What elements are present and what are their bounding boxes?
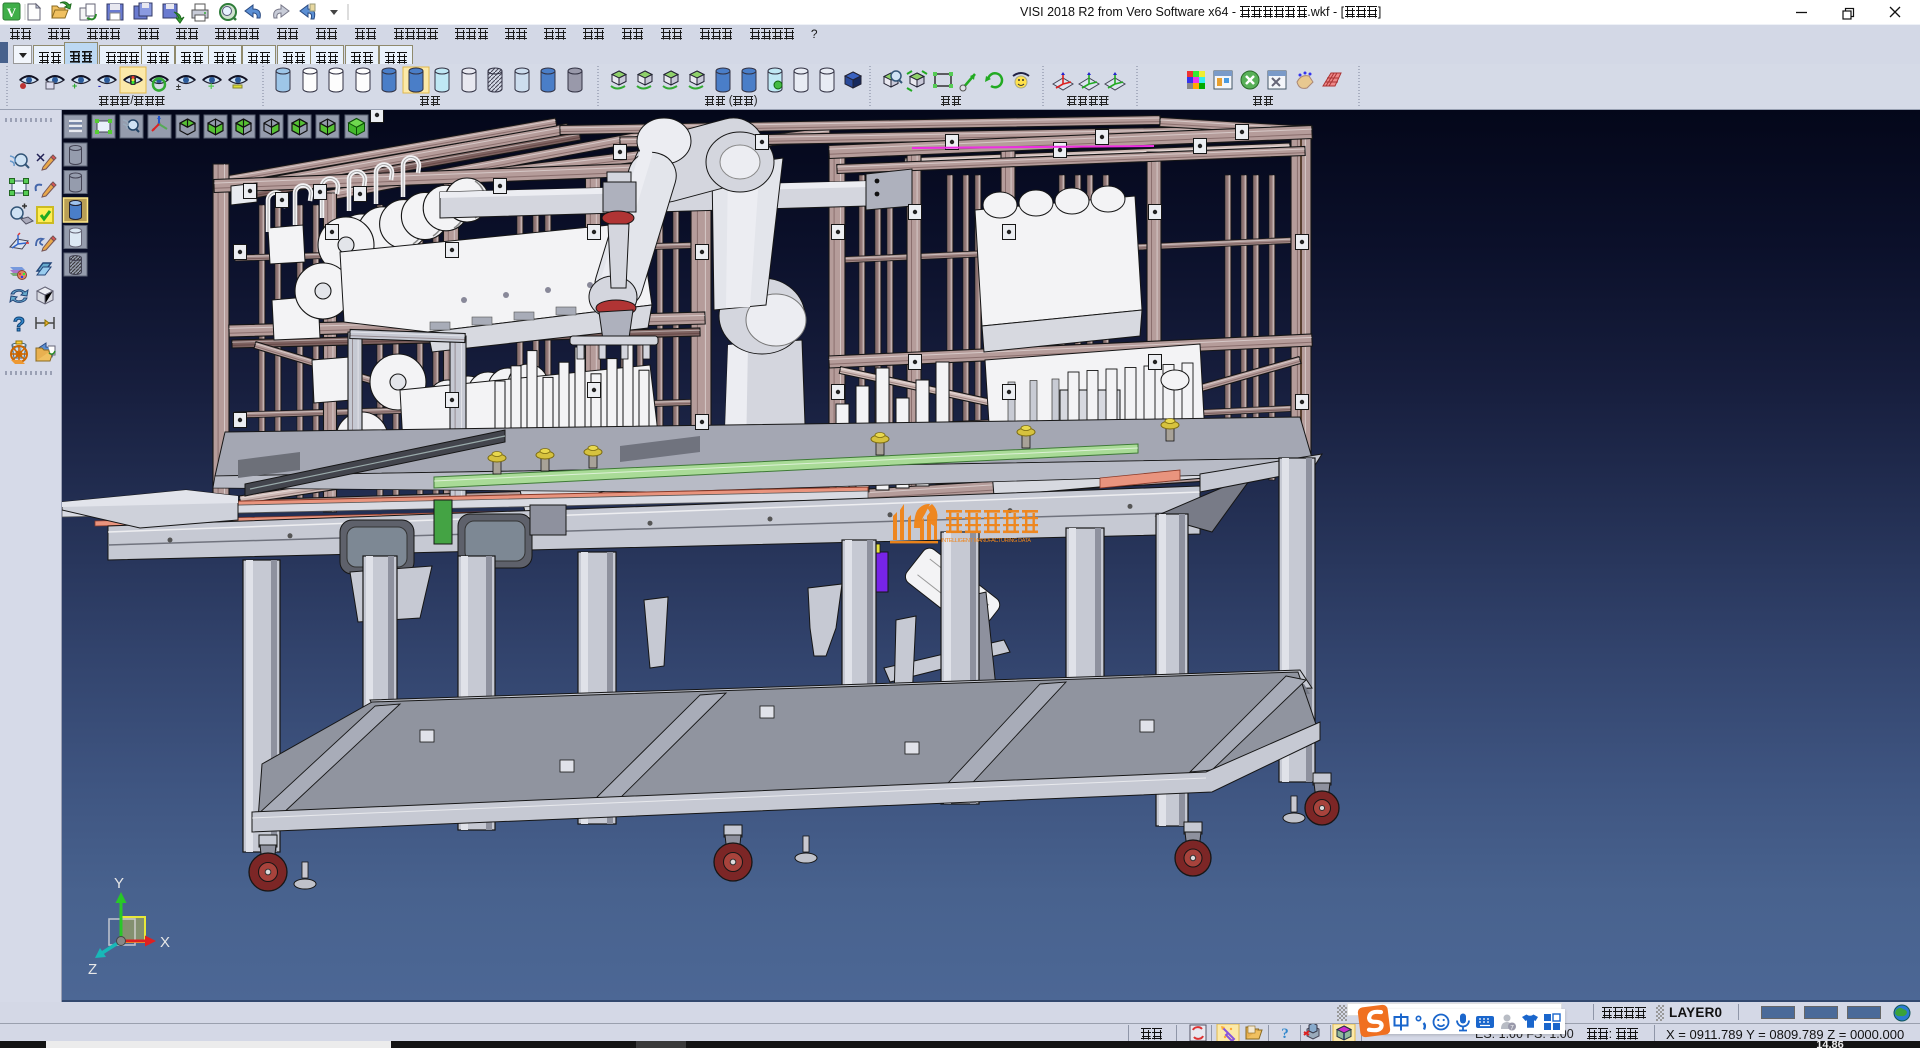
svg-text:+: + [72, 81, 77, 91]
svg-text:?: ? [1281, 1026, 1289, 1042]
svg-text:Z: Z [88, 961, 97, 978]
svg-text:Y: Y [114, 875, 124, 892]
svg-text:7: 7 [1510, 1025, 1514, 1032]
svg-text:+: + [208, 81, 214, 93]
svg-text:±: ± [176, 82, 181, 92]
svg-text:?: ? [13, 314, 25, 336]
svg-text:V: V [7, 5, 17, 20]
svg-text:INTELLIGENT MANUFACTURING DATA: INTELLIGENT MANUFACTURING DATA [941, 538, 1031, 544]
svg-text:-: - [98, 81, 101, 91]
svg-text:X: X [160, 934, 170, 951]
